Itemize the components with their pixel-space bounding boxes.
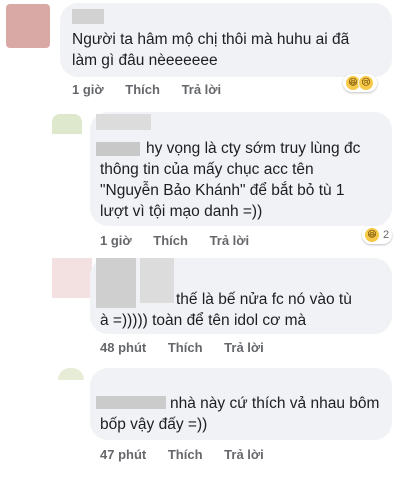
comment-text: à =))))) toàn để tên idol cơ mà <box>100 310 306 331</box>
reactions-summary[interactable]: 😆 😢 <box>343 74 377 92</box>
reply-link[interactable]: Trả lời <box>210 233 250 248</box>
comment-meta: 1 giờ Thích Trả lời <box>72 82 239 97</box>
comment-text: hy vọng là cty sớm truy lùng đc <box>146 138 360 159</box>
laughing-icon: 😆 <box>364 227 380 243</box>
redacted-username <box>140 258 174 303</box>
redacted-username <box>96 142 140 156</box>
like-link[interactable]: Thích <box>125 82 160 97</box>
comment-text: Người ta hâm mộ chị thôi mà huhu ai đã l… <box>72 29 349 71</box>
reply-link[interactable]: Trả lời <box>182 82 222 97</box>
comment-meta: 1 giờ Thích Trả lời <box>100 233 267 248</box>
avatar[interactable] <box>52 114 82 134</box>
timestamp[interactable]: 1 giờ <box>72 82 104 97</box>
comment-line: nhà này cứ thích vả nhau bôm <box>170 395 380 412</box>
like-link[interactable]: Thích <box>153 233 188 248</box>
comment-line: thế là bế nửa fc nó vào tù <box>176 291 352 308</box>
timestamp[interactable]: 1 giờ <box>100 233 132 248</box>
comment-line: thông tin của mấy chục acc tên <box>100 161 314 178</box>
redacted-username <box>72 9 104 24</box>
timestamp[interactable]: 48 phút <box>100 340 146 355</box>
reaction-count: 2 <box>383 229 390 241</box>
timestamp[interactable]: 47 phút <box>100 447 146 462</box>
comment-text: thông tin của mấy chục acc tên "Nguyễn B… <box>100 159 345 222</box>
reply-link[interactable]: Trả lời <box>224 340 264 355</box>
comment-line: hy vọng là cty sớm truy lùng đc <box>146 140 361 157</box>
comment-line: lượt vì tội mạo danh =)) <box>100 203 263 220</box>
avatar[interactable] <box>58 368 84 380</box>
comment-line: à =))))) toàn để tên idol cơ mà <box>100 312 307 329</box>
comment-line: "Nguyễn Bảo Khánh" để bắt bỏ tù 1 <box>100 182 345 199</box>
sad-icon: 😢 <box>358 75 374 91</box>
avatar[interactable] <box>52 258 92 298</box>
like-link[interactable]: Thích <box>168 447 203 462</box>
comment-text: nhà này cứ thích vả nhau bôm <box>170 393 379 414</box>
comment-line: làm gì đâu nèeeeeee <box>72 52 218 69</box>
comment-text: bốp vậy đấy =)) <box>100 414 207 435</box>
comment-text: thế là bế nửa fc nó vào tù <box>176 289 352 310</box>
like-link[interactable]: Thích <box>168 340 203 355</box>
redacted-username <box>96 258 136 308</box>
reactions-summary[interactable]: 😆 2 <box>362 226 393 244</box>
redacted-username <box>96 396 166 409</box>
comment-meta: 48 phút Thích Trả lời <box>100 340 282 355</box>
avatar[interactable] <box>6 4 50 48</box>
reply-link[interactable]: Trả lời <box>224 447 264 462</box>
comment-line: Người ta hâm mộ chị thôi mà huhu ai đã <box>72 31 350 48</box>
comment-line: bốp vậy đấy =)) <box>100 416 208 433</box>
comment-meta: 47 phút Thích Trả lời <box>100 447 282 462</box>
redacted-username <box>96 114 151 130</box>
